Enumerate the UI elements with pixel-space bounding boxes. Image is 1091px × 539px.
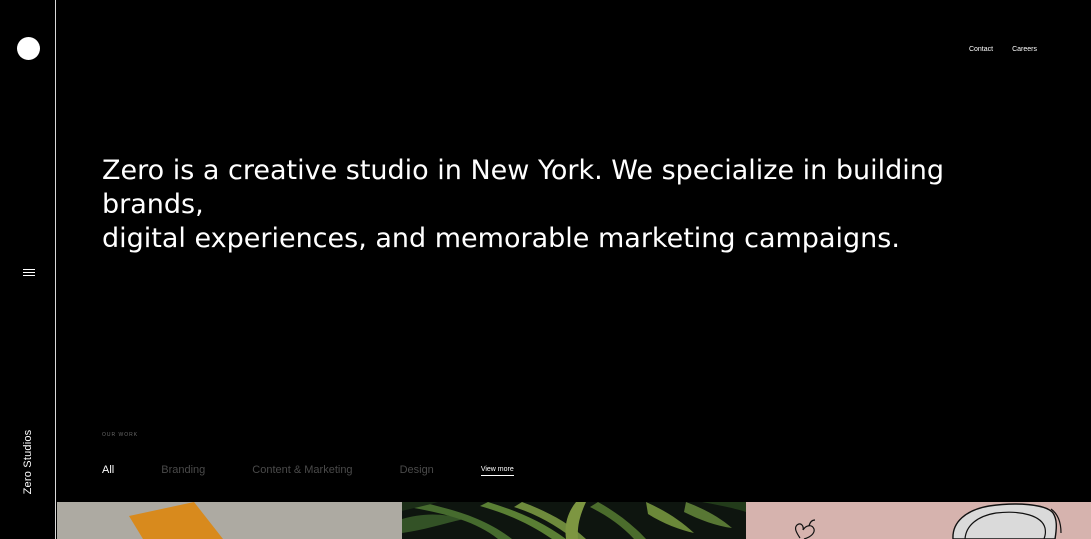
top-navigation: Contact Careers <box>969 46 1037 53</box>
filter-content-marketing[interactable]: Content & Marketing <box>252 464 352 476</box>
hero-line-2: digital experiences, and memorable marke… <box>102 223 900 254</box>
hero-statement: Zero is a creative studio in New York. W… <box>102 154 1032 256</box>
hero-line-1: Zero is a creative studio in New York. W… <box>102 155 944 220</box>
menu-line-top <box>23 269 35 270</box>
left-rail: Zero Studios <box>0 0 56 539</box>
filter-design[interactable]: Design <box>400 464 434 476</box>
contact-link[interactable]: Contact <box>969 46 993 53</box>
plant-photo-illustration <box>402 502 746 539</box>
menu-line-middle <box>23 272 35 273</box>
logo-circle-icon[interactable] <box>17 37 40 60</box>
careers-link[interactable]: Careers <box>1012 46 1037 53</box>
vertical-brand-name: Zero Studios <box>22 429 34 495</box>
project-thumbnail-illustration[interactable] <box>746 502 1091 539</box>
project-thumbnail-plant[interactable] <box>402 502 746 539</box>
project-thumbnail-orange-card[interactable] <box>57 502 402 539</box>
filter-all[interactable]: All <box>102 464 114 476</box>
our-work-label: OUR WORK <box>102 432 139 438</box>
work-filter-tabs: All Branding Content & Marketing Design … <box>102 464 514 476</box>
view-more-link[interactable]: View more <box>480 466 514 476</box>
filter-branding[interactable]: Branding <box>161 464 205 476</box>
work-thumbnails <box>57 502 1091 539</box>
menu-line-bottom <box>23 275 35 276</box>
page: Zero Studios Contact Careers Zero is a c… <box>0 0 1091 539</box>
orange-card-illustration <box>57 502 402 539</box>
line-drawing-illustration <box>746 502 1091 539</box>
menu-icon[interactable] <box>23 268 35 278</box>
